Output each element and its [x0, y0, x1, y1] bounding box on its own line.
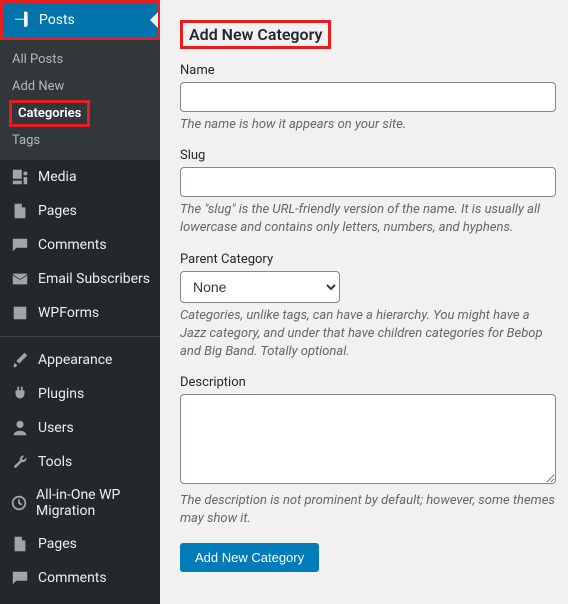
slug-label: Slug: [180, 148, 556, 163]
page-icon: [10, 202, 30, 220]
sidebar-item-label: Appearance: [38, 352, 112, 368]
admin-sidebar: Posts All Posts Add New Categories Tags …: [0, 0, 160, 604]
parent-label: Parent Category: [180, 252, 556, 267]
sidebar-item-label: Users: [38, 420, 74, 436]
submit-button[interactable]: Add New Category: [180, 543, 319, 572]
field-name: Name The name is how it appears on your …: [180, 63, 556, 134]
page-icon: [10, 535, 30, 553]
menu-separator: [0, 336, 160, 337]
mail-icon: [10, 270, 30, 288]
page-title: Add New Category: [180, 20, 331, 49]
submenu-add-new[interactable]: Add New: [0, 73, 160, 100]
sidebar-item-pages-2[interactable]: Pages: [0, 527, 160, 561]
name-input[interactable]: [180, 82, 556, 112]
sidebar-item-label: All-in-One WP Migration: [36, 487, 150, 519]
submenu-all-posts[interactable]: All Posts: [0, 46, 160, 73]
sidebar-item-label: Media: [38, 169, 77, 185]
submenu-categories[interactable]: Categories: [9, 100, 90, 127]
name-desc: The name is how it appears on your site.: [180, 116, 556, 134]
form-icon: [10, 304, 30, 322]
sidebar-item-label: Posts: [39, 12, 75, 28]
sidebar-item-comments-2[interactable]: Comments: [0, 561, 160, 595]
brush-icon: [10, 351, 30, 369]
field-description: Description The description is not promi…: [180, 375, 556, 528]
sidebar-item-migration[interactable]: All-in-One WP Migration: [0, 479, 160, 527]
sidebar-item-plugins[interactable]: Plugins: [0, 377, 160, 411]
submenu-tags[interactable]: Tags: [0, 127, 160, 154]
sidebar-item-email-subscribers[interactable]: Email Subscribers: [0, 262, 160, 296]
sidebar-item-label: Pages: [38, 203, 77, 219]
slug-input[interactable]: [180, 167, 556, 197]
migration-icon: [10, 494, 28, 512]
sidebar-item-posts[interactable]: Posts: [0, 0, 160, 40]
sidebar-item-label: Tools: [38, 454, 72, 470]
plug-icon: [10, 385, 30, 403]
field-slug: Slug The "slug" is the URL-friendly vers…: [180, 148, 556, 237]
sidebar-item-label: Comments: [38, 570, 107, 586]
wrench-icon: [10, 453, 30, 471]
main-content: Add New Category Name The name is how it…: [160, 0, 568, 604]
description-label: Description: [180, 375, 556, 390]
comment-icon: [10, 569, 30, 587]
sidebar-item-media[interactable]: Media: [0, 160, 160, 194]
sidebar-item-label: Comments: [38, 237, 107, 253]
sidebar-item-label: Plugins: [38, 386, 84, 402]
sidebar-item-wpforms[interactable]: WPForms: [0, 296, 160, 330]
slug-desc: The "slug" is the URL-friendly version o…: [180, 201, 556, 237]
sidebar-item-tools[interactable]: Tools: [0, 445, 160, 479]
media-icon: [10, 168, 30, 186]
description-desc: The description is not prominent by defa…: [180, 492, 556, 528]
parent-select[interactable]: None: [180, 271, 340, 303]
parent-desc: Categories, unlike tags, can have a hier…: [180, 307, 556, 362]
user-icon: [10, 419, 30, 437]
sidebar-item-label: Email Subscribers: [38, 271, 150, 287]
field-parent: Parent Category None Categories, unlike …: [180, 252, 556, 362]
comment-icon: [10, 236, 30, 254]
sidebar-item-pages[interactable]: Pages: [0, 194, 160, 228]
sidebar-item-appearance[interactable]: Appearance: [0, 343, 160, 377]
sidebar-item-label: WPForms: [38, 305, 99, 321]
sidebar-item-label: Pages: [38, 536, 77, 552]
sidebar-item-users[interactable]: Users: [0, 411, 160, 445]
pin-icon: [13, 11, 31, 29]
sidebar-item-comments[interactable]: Comments: [0, 228, 160, 262]
posts-submenu: All Posts Add New Categories Tags: [0, 40, 160, 160]
description-textarea[interactable]: [180, 394, 556, 484]
name-label: Name: [180, 63, 556, 78]
